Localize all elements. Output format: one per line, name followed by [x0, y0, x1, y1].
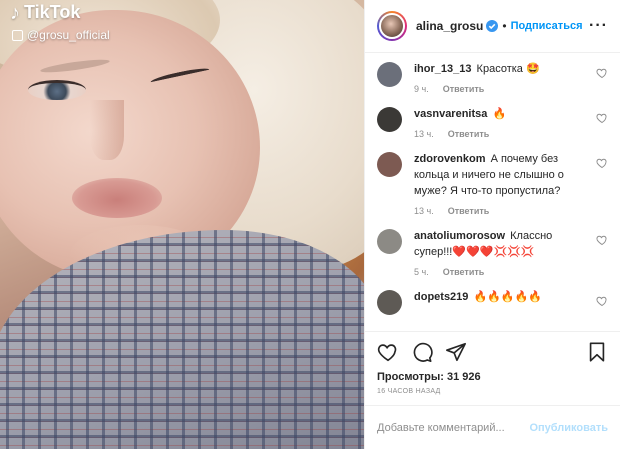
- commenter-avatar[interactable]: [377, 229, 402, 254]
- post-header: alina_grosu • Подписаться ···: [365, 0, 620, 53]
- commenter-username[interactable]: vasnvarenitsa: [414, 108, 487, 120]
- commenter-avatar[interactable]: [377, 62, 402, 87]
- eye-left: [28, 80, 86, 100]
- comment-time[interactable]: 13 ч.: [414, 206, 434, 216]
- commenter-avatar[interactable]: [377, 152, 402, 177]
- comment-item: vasnvarenitsa 🔥 13 ч. Ответить: [377, 106, 608, 139]
- commenter-username[interactable]: ihor_13_13: [414, 63, 471, 75]
- comment-text: 🔥: [492, 108, 507, 120]
- like-comment-heart-icon[interactable]: [596, 112, 608, 124]
- reply-button[interactable]: Ответить: [448, 129, 490, 139]
- tiktok-user-icon: [12, 29, 23, 41]
- comment-item: ihor_13_13 Красотка 🤩 9 ч. Ответить: [377, 61, 608, 94]
- comment-item: zdorovenkom А почему без кольца и ничего…: [377, 151, 608, 216]
- add-comment-bar: Опубликовать: [365, 405, 620, 449]
- comment-time[interactable]: 9 ч.: [414, 84, 429, 94]
- post-video[interactable]: ♪ TikTok @grosu_official: [0, 0, 364, 449]
- views-count[interactable]: Просмотры: 31 926: [365, 371, 620, 383]
- like-comment-heart-icon[interactable]: [596, 67, 608, 79]
- commenter-avatar[interactable]: [377, 290, 402, 315]
- comment-text: Красотка 🤩: [476, 63, 540, 75]
- tiktok-handle: @grosu_official: [12, 28, 110, 42]
- reply-button[interactable]: Ответить: [443, 267, 485, 277]
- comment-text: 🔥🔥🔥🔥🔥: [473, 291, 542, 303]
- header-separator: •: [502, 19, 507, 33]
- nose: [90, 100, 124, 160]
- comment-bubble-icon[interactable]: [411, 341, 433, 363]
- post-actions: [365, 331, 620, 371]
- commenter-avatar[interactable]: [377, 107, 402, 132]
- like-comment-heart-icon[interactable]: [596, 234, 608, 246]
- post-timestamp[interactable]: 16 ЧАСОВ НАЗАД: [365, 383, 620, 395]
- tiktok-watermark: ♪ TikTok: [10, 2, 80, 23]
- follow-button[interactable]: Подписаться: [511, 20, 583, 32]
- like-comment-heart-icon[interactable]: [596, 157, 608, 169]
- tiktok-handle-text: @grosu_official: [27, 28, 110, 42]
- tiktok-logo-icon: ♪: [10, 1, 20, 24]
- more-options-icon[interactable]: ···: [589, 17, 608, 35]
- verified-badge-icon: [486, 20, 499, 32]
- author-username[interactable]: alina_grosu: [416, 19, 483, 33]
- like-heart-icon[interactable]: [377, 341, 399, 363]
- like-comment-heart-icon[interactable]: [596, 295, 608, 307]
- commenter-username[interactable]: zdorovenkom: [414, 153, 486, 165]
- comment-item: anatoliumorosow Классно супер!!!❤️❤️❤️💢💢…: [377, 228, 608, 277]
- comment-item: dopets219 🔥🔥🔥🔥🔥: [377, 289, 608, 315]
- publish-button[interactable]: Опубликовать: [529, 422, 608, 434]
- post-side-panel: alina_grosu • Подписаться ··· ihor_13_13…: [364, 0, 620, 449]
- comment-time[interactable]: 13 ч.: [414, 129, 434, 139]
- author-avatar[interactable]: [377, 11, 407, 41]
- comment-input[interactable]: [377, 421, 530, 434]
- instagram-post: ♪ TikTok @grosu_official alina_grosu • П…: [0, 0, 620, 449]
- commenter-username[interactable]: anatoliumorosow: [414, 230, 505, 242]
- comments-list[interactable]: ihor_13_13 Красотка 🤩 9 ч. Ответить vasnv…: [365, 53, 620, 331]
- commenter-username[interactable]: dopets219: [414, 291, 468, 303]
- comment-time[interactable]: 5 ч.: [414, 267, 429, 277]
- lips: [72, 178, 162, 218]
- share-paper-plane-icon[interactable]: [445, 341, 467, 363]
- reply-button[interactable]: Ответить: [443, 84, 485, 94]
- tiktok-brand-text: TikTok: [24, 2, 81, 22]
- save-bookmark-icon[interactable]: [586, 341, 608, 363]
- reply-button[interactable]: Ответить: [448, 206, 490, 216]
